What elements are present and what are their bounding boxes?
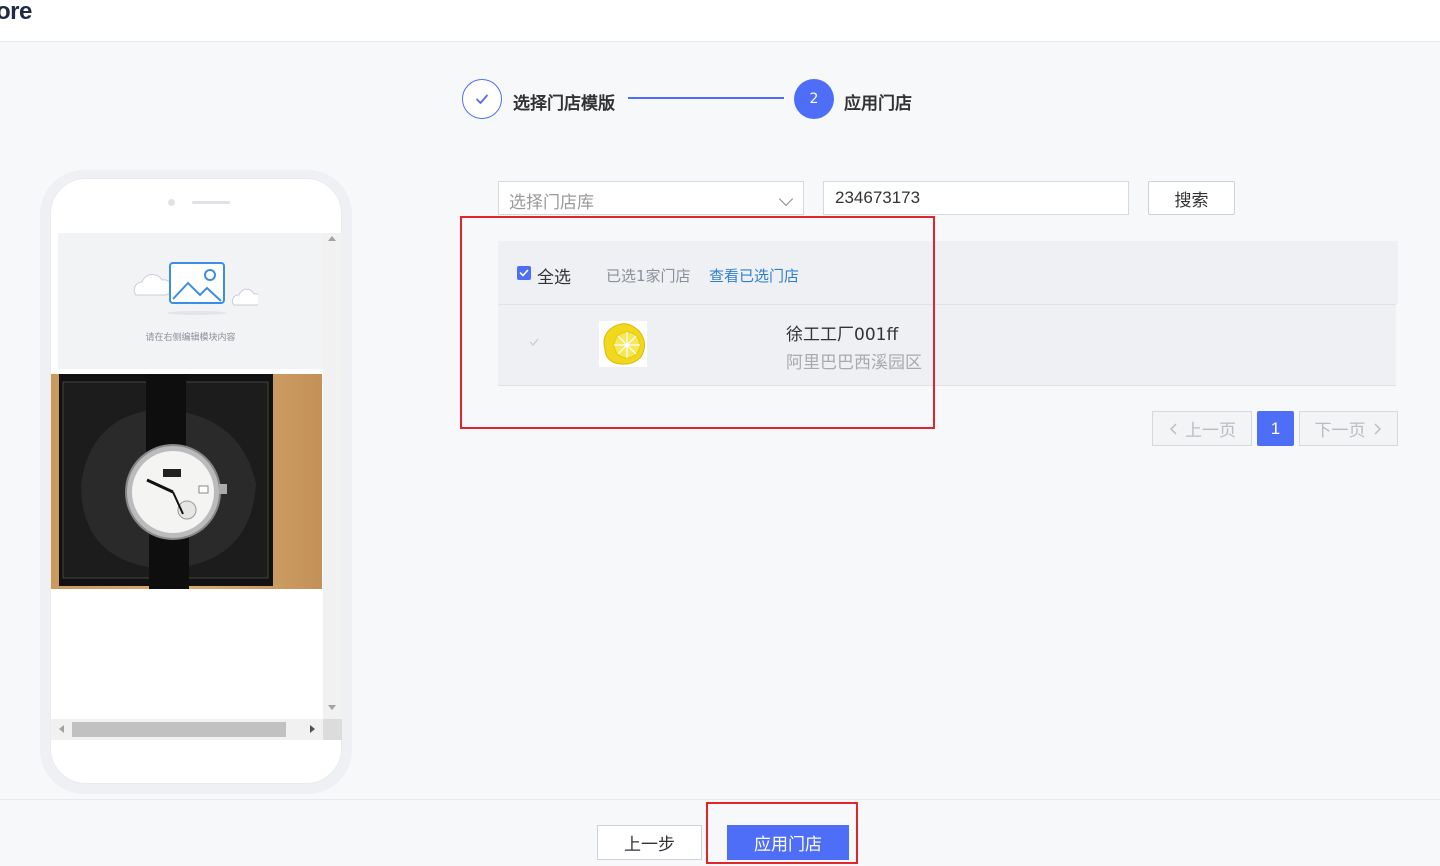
check-icon xyxy=(476,94,488,104)
chevron-down-icon xyxy=(778,191,794,207)
phone-screen[interactable]: 请在右侧编辑模块内容 xyxy=(51,233,342,740)
logo: ore xyxy=(0,0,32,25)
watch-photo xyxy=(51,374,322,589)
page-1-button[interactable]: 1 xyxy=(1257,411,1294,446)
prev-page-label: 上一页 xyxy=(1185,421,1236,441)
phone-camera xyxy=(168,199,175,206)
step-1-label: 选择门店模版 xyxy=(513,94,615,114)
prev-step-button[interactable]: 上一步 xyxy=(597,825,702,860)
search-input[interactable]: 234673173 xyxy=(823,181,1129,215)
scroll-left-icon[interactable] xyxy=(59,725,64,733)
annotation-box-apply-button xyxy=(706,802,858,864)
step-2-number: 2 xyxy=(809,91,819,107)
scroll-down-icon[interactable] xyxy=(328,705,336,710)
step-1-indicator xyxy=(462,79,502,119)
scrollbar-corner xyxy=(323,719,342,740)
phone-speaker xyxy=(192,201,230,204)
store-library-select[interactable]: 选择门店库 xyxy=(498,181,804,215)
scroll-right-icon[interactable] xyxy=(310,725,315,733)
next-page-button[interactable]: 下一页 xyxy=(1299,411,1398,446)
next-page-label: 下一页 xyxy=(1314,421,1366,441)
horizontal-scrollbar[interactable] xyxy=(51,719,323,740)
search-button[interactable]: 搜索 xyxy=(1148,181,1235,215)
chevron-left-icon xyxy=(1170,423,1177,434)
placeholder-module[interactable]: 请在右侧编辑模块内容 xyxy=(58,233,323,369)
image-placeholder-icon xyxy=(133,262,258,315)
step-connector xyxy=(628,97,784,99)
annotation-box-store-list xyxy=(460,216,935,429)
step-2-indicator: 2 xyxy=(794,79,834,119)
top-bar: ore xyxy=(0,0,1440,42)
step-2-label: 应用门店 xyxy=(844,94,912,114)
scroll-up-icon[interactable] xyxy=(328,236,336,241)
chevron-right-icon xyxy=(1374,423,1381,434)
horizontal-scroll-thumb[interactable] xyxy=(72,722,286,737)
store-library-placeholder: 选择门店库 xyxy=(509,193,594,213)
vertical-scrollbar[interactable] xyxy=(323,233,342,719)
placeholder-text: 请在右侧编辑模块内容 xyxy=(145,333,236,343)
prev-page-button[interactable]: 上一页 xyxy=(1152,411,1252,446)
